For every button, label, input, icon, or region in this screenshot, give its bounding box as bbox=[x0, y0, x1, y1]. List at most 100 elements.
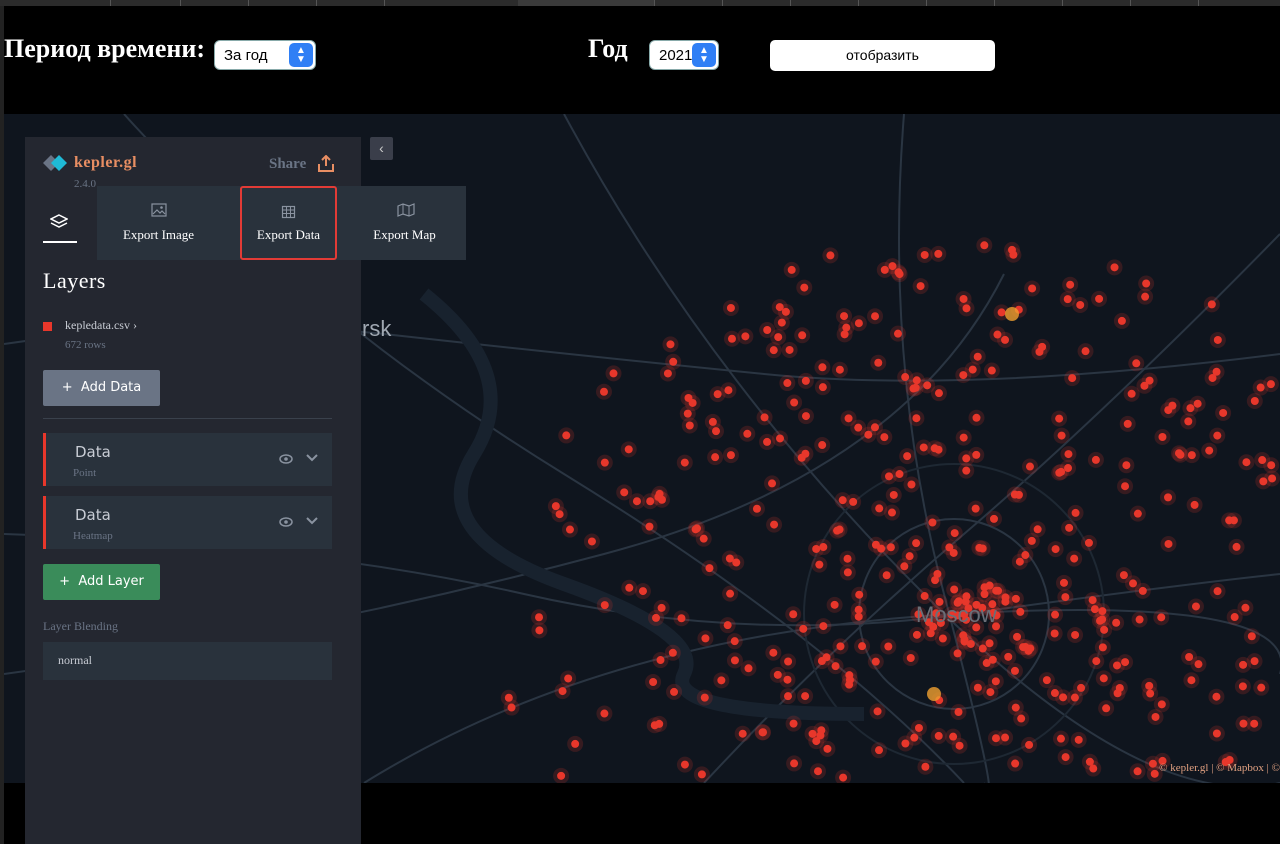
map-point bbox=[818, 383, 827, 392]
map-point bbox=[790, 398, 799, 407]
map-point bbox=[700, 693, 709, 702]
map-point bbox=[1239, 719, 1248, 728]
map-point bbox=[840, 312, 849, 321]
share-upload-icon[interactable] bbox=[317, 155, 335, 173]
map-point bbox=[801, 376, 810, 385]
map-point bbox=[599, 387, 608, 396]
map-point bbox=[960, 637, 969, 646]
map-point bbox=[726, 303, 735, 312]
dataset-name[interactable]: kepledata.csv › bbox=[65, 318, 137, 333]
map-point bbox=[564, 674, 573, 683]
dataset-color-swatch bbox=[43, 322, 52, 331]
add-layer-button[interactable]: + Add Layer bbox=[43, 564, 160, 600]
map-point bbox=[801, 692, 810, 701]
map-attribution[interactable]: © kepler.gl | © Mapbox | © bbox=[1159, 762, 1280, 774]
map-point bbox=[790, 759, 799, 768]
map-point bbox=[654, 492, 663, 501]
map-point bbox=[823, 744, 832, 753]
layer-blending-select[interactable]: normal bbox=[43, 642, 332, 680]
map-point bbox=[1095, 294, 1104, 303]
app-name: kepler.gl bbox=[74, 154, 138, 171]
map-point bbox=[1008, 245, 1017, 254]
map-point bbox=[945, 543, 954, 552]
period-label: Период времени: bbox=[4, 34, 206, 63]
map-point bbox=[557, 771, 566, 780]
map-point bbox=[1257, 683, 1266, 692]
map-point bbox=[1070, 554, 1079, 563]
image-icon bbox=[150, 203, 167, 217]
map-point bbox=[620, 488, 629, 497]
layer-name: Data bbox=[75, 506, 111, 524]
map-point bbox=[784, 657, 793, 666]
map-point bbox=[726, 589, 735, 598]
map-point bbox=[843, 568, 852, 577]
map-point bbox=[1213, 587, 1222, 596]
eye-icon[interactable] bbox=[279, 454, 293, 464]
export-map-item[interactable]: Export Map bbox=[343, 186, 466, 260]
map-point bbox=[1068, 374, 1077, 383]
map-point bbox=[684, 393, 693, 402]
chevron-down-icon[interactable] bbox=[305, 514, 319, 528]
add-data-button[interactable]: + Add Data bbox=[43, 370, 160, 406]
map-point bbox=[1027, 536, 1036, 545]
map-point bbox=[901, 373, 910, 382]
map-point bbox=[912, 539, 921, 548]
map-point bbox=[1042, 676, 1051, 685]
map-point bbox=[912, 630, 921, 639]
map-point bbox=[1021, 551, 1030, 560]
layer-card-heatmap[interactable]: Data Heatmap bbox=[43, 496, 332, 549]
map-point bbox=[769, 648, 778, 657]
map-city-label: Moscow bbox=[916, 602, 997, 627]
map-point bbox=[763, 325, 772, 334]
map-point bbox=[708, 417, 717, 426]
map-point bbox=[973, 683, 982, 692]
map-point bbox=[758, 728, 767, 737]
map-point bbox=[931, 576, 940, 585]
export-image-item[interactable]: Export Image bbox=[97, 186, 220, 260]
layers-tab-icon[interactable] bbox=[50, 213, 68, 231]
map-point bbox=[1242, 458, 1251, 467]
map-point bbox=[985, 581, 994, 590]
map-point bbox=[677, 614, 686, 623]
map-point bbox=[934, 445, 943, 454]
map-point bbox=[1011, 703, 1020, 712]
map-point bbox=[655, 719, 664, 728]
map-point bbox=[1011, 759, 1020, 768]
year-select-value: 2021 bbox=[659, 47, 693, 64]
map-point bbox=[752, 504, 761, 513]
map-point bbox=[1205, 446, 1214, 455]
year-select[interactable]: 2021 ▲ ▼ bbox=[649, 40, 719, 70]
map-point bbox=[535, 626, 544, 635]
map-point bbox=[916, 282, 925, 291]
chevron-down-icon[interactable] bbox=[305, 451, 319, 465]
map-point bbox=[854, 423, 863, 432]
map-point bbox=[875, 504, 884, 513]
active-tab-indicator bbox=[43, 241, 77, 243]
map-point bbox=[884, 642, 893, 651]
map-point bbox=[1229, 516, 1238, 525]
export-data-item[interactable]: Export Data bbox=[240, 186, 337, 260]
share-button[interactable]: Share bbox=[269, 156, 306, 173]
map-point bbox=[692, 524, 701, 533]
map-point bbox=[854, 612, 863, 621]
layer-card-point[interactable]: Data Point bbox=[43, 433, 332, 486]
map-point bbox=[997, 308, 1006, 317]
map-point bbox=[1025, 740, 1034, 749]
map-point bbox=[783, 379, 792, 388]
map-point bbox=[666, 340, 675, 349]
map-point bbox=[774, 333, 783, 342]
layer-type: Heatmap bbox=[73, 530, 113, 542]
show-button[interactable]: отобразить bbox=[770, 40, 995, 71]
map-point bbox=[798, 331, 807, 340]
map-point bbox=[624, 445, 633, 454]
map-point bbox=[1191, 602, 1200, 611]
map-point bbox=[738, 729, 747, 738]
map-point bbox=[909, 384, 918, 393]
map-point bbox=[801, 412, 810, 421]
map-point bbox=[1230, 613, 1239, 622]
map-point bbox=[959, 294, 968, 303]
map-point bbox=[1064, 464, 1073, 473]
collapse-sidebar-button[interactable]: ‹ bbox=[370, 137, 393, 160]
period-select[interactable]: За год ▲ ▼ bbox=[214, 40, 316, 70]
eye-icon[interactable] bbox=[279, 517, 293, 527]
